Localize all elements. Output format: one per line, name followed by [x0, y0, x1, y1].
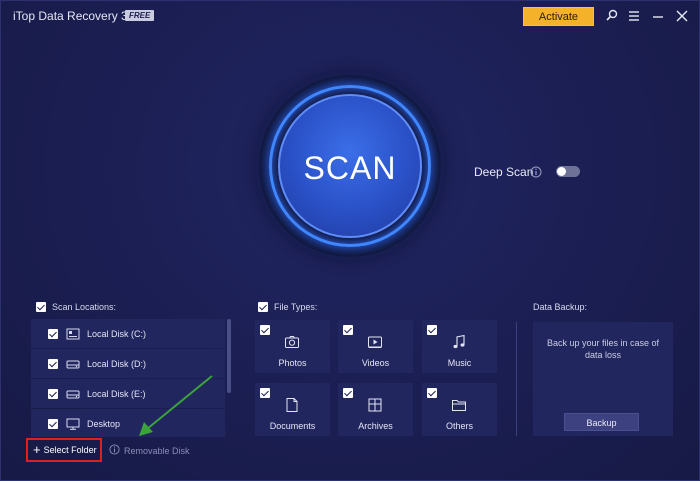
monitor-icon	[66, 418, 80, 430]
select-folder-label: Select Folder	[43, 445, 97, 455]
file-type-label: Videos	[361, 358, 390, 368]
file-type-checkbox[interactable]	[427, 388, 437, 398]
toggle-knob	[557, 167, 566, 176]
location-item-e[interactable]: Local Disk (E:)	[31, 379, 225, 408]
plus-icon: +	[33, 442, 41, 457]
file-type-music[interactable]: Music	[422, 320, 497, 373]
location-label: Local Disk (D:)	[87, 358, 147, 369]
scan-locations-header: Scan Locations:	[36, 302, 116, 312]
system-drive-icon	[66, 328, 80, 340]
file-type-label: Documents	[269, 421, 316, 431]
data-backup-panel: Back up your files in case of data loss …	[533, 322, 673, 436]
file-type-label: Photos	[278, 358, 307, 368]
deep-scan-label: Deep Scan	[474, 165, 534, 179]
archive-icon	[367, 397, 383, 413]
app-window: iTop Data Recovery 3.3 FREE Activate SCA…	[0, 0, 700, 481]
backup-description: Back up your files in case of data loss	[546, 338, 660, 360]
drive-icon	[66, 388, 80, 400]
file-type-archives[interactable]: Archives	[338, 383, 413, 436]
file-type-checkbox[interactable]	[427, 325, 437, 335]
file-type-checkbox[interactable]	[343, 388, 353, 398]
data-backup-heading: Data Backup:	[533, 302, 588, 312]
removable-disk-label: Removable Disk	[124, 445, 190, 456]
camera-icon	[284, 334, 300, 350]
video-icon	[367, 334, 383, 350]
search-icon[interactable]	[604, 7, 620, 25]
file-types-header: File Types:	[258, 302, 317, 312]
file-type-others[interactable]: Others	[422, 383, 497, 436]
location-item-desktop[interactable]: Desktop	[31, 409, 225, 437]
removable-disk-button[interactable]: Removable Disk	[109, 444, 190, 457]
location-checkbox[interactable]	[48, 418, 58, 429]
music-icon	[451, 334, 467, 350]
file-types-checkbox[interactable]	[258, 302, 268, 312]
activate-button[interactable]: Activate	[523, 7, 594, 26]
backup-button[interactable]: Backup	[564, 413, 639, 431]
scan-button[interactable]: SCAN	[278, 94, 422, 238]
locations-scrollbar[interactable]	[227, 319, 231, 393]
location-label: Desktop	[87, 418, 121, 429]
info-icon	[109, 444, 120, 457]
file-type-checkbox[interactable]	[343, 325, 353, 335]
folder-icon	[451, 397, 467, 413]
location-checkbox[interactable]	[48, 388, 58, 399]
file-type-videos[interactable]: Videos	[338, 320, 413, 373]
scan-locations-checkbox[interactable]	[36, 302, 46, 312]
file-type-photos[interactable]: Photos	[255, 320, 330, 373]
location-checkbox[interactable]	[48, 358, 58, 369]
file-type-documents[interactable]: Documents	[255, 383, 330, 436]
file-types-heading: File Types:	[274, 302, 318, 312]
app-title: iTop Data Recovery 3.3	[13, 9, 138, 23]
drive-icon	[66, 358, 80, 370]
location-label: Local Disk (E:)	[87, 388, 146, 399]
location-item-d[interactable]: Local Disk (D:)	[31, 349, 225, 378]
location-checkbox[interactable]	[48, 328, 58, 339]
location-label: Local Disk (C:)	[87, 328, 147, 339]
title-bar: iTop Data Recovery 3.3 FREE Activate	[1, 1, 700, 31]
info-icon[interactable]	[530, 165, 542, 178]
file-type-label: Music	[447, 358, 472, 368]
scan-locations-heading: Scan Locations:	[52, 302, 117, 312]
close-icon[interactable]	[674, 7, 690, 25]
file-type-checkbox[interactable]	[260, 325, 270, 335]
menu-icon[interactable]	[626, 7, 642, 25]
file-type-checkbox[interactable]	[260, 388, 270, 398]
section-divider	[516, 322, 517, 436]
document-icon	[284, 397, 300, 413]
location-item-c[interactable]: Local Disk (C:)	[31, 319, 225, 348]
scan-locations-list: Local Disk (C:) Local Disk (D:) Local Di…	[31, 319, 231, 437]
free-badge: FREE	[125, 10, 155, 21]
minimize-icon[interactable]	[650, 7, 666, 25]
deep-scan-toggle[interactable]	[556, 166, 580, 177]
select-folder-button[interactable]: + Select Folder	[26, 438, 102, 462]
file-type-label: Others	[445, 421, 473, 431]
file-type-label: Archives	[358, 421, 393, 431]
